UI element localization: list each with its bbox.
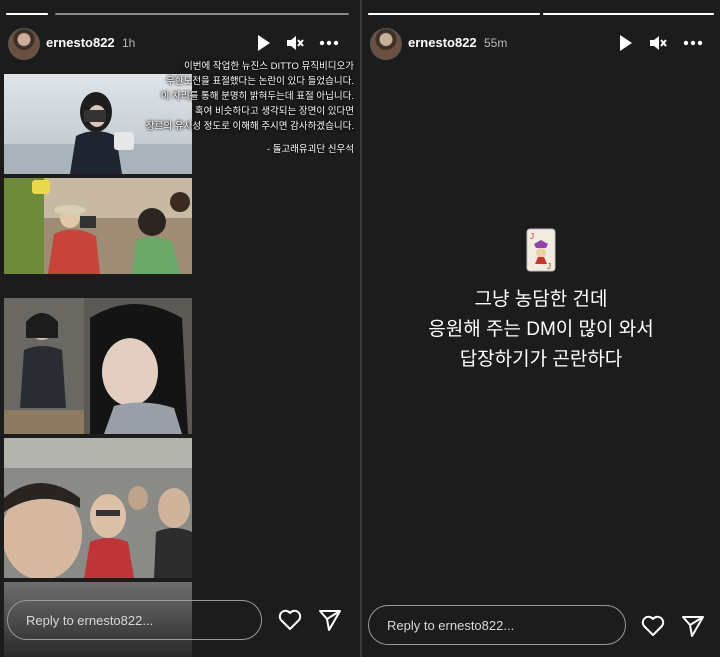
reply-input[interactable]: Reply to ernesto822...	[368, 605, 626, 645]
avatar[interactable]	[370, 28, 402, 60]
joker-card-icon: J J	[526, 228, 556, 272]
story-message: 그냥 농담한 건데 응원해 주는 DM이 많이 와서 답장하기가 곤란하다	[362, 285, 720, 375]
username[interactable]: ernesto822	[46, 35, 115, 50]
username[interactable]: ernesto822	[408, 35, 477, 50]
post-time: 55m	[484, 36, 508, 50]
avatar[interactable]	[8, 28, 40, 60]
play-icon[interactable]	[252, 32, 274, 54]
caption-line: 혹여 비슷하다고 생각되는 장면이 있다면	[194, 106, 354, 117]
progress-segment-2	[55, 13, 349, 15]
photo-collage	[4, 74, 192, 657]
reply-placeholder: Reply to ernesto822...	[387, 618, 515, 633]
caption-line: 장르의 유사성 정도로 이해해 주시면 감사하겠습니다.	[145, 121, 354, 132]
caption-line: 이번에 작업한 뉴진스 DITTO 뮤직비디오가	[184, 61, 354, 72]
post-time: 1h	[122, 36, 136, 50]
more-icon[interactable]	[318, 32, 340, 54]
svg-text:J: J	[547, 262, 551, 271]
caption-line: 무한도전을 표절했다는 논란이 있다 들었습니다.	[166, 76, 354, 87]
heart-icon[interactable]	[640, 613, 666, 639]
send-icon[interactable]	[317, 607, 343, 633]
heart-icon[interactable]	[277, 607, 303, 633]
progress-segment-2	[543, 13, 714, 15]
message-line: 응원해 주는 DM이 많이 와서	[428, 319, 654, 340]
message-line: 답장하기가 곤란하다	[459, 349, 623, 370]
caption-text: 이번에 작업한 뉴진스 DITTO 뮤직비디오가 무한도전을 표절했다는 논란이…	[74, 59, 354, 134]
story-header: ernesto822 55m	[362, 26, 720, 60]
reply-input[interactable]: Reply to ernesto822...	[7, 600, 262, 640]
more-icon[interactable]	[682, 32, 704, 54]
progress-segment-1	[368, 13, 540, 15]
story-left[interactable]: ernesto822 1h 이번에 작업한 뉴진스 DITTO 뮤직비디오가 무…	[0, 0, 360, 657]
photo-panel-2	[4, 178, 192, 274]
story-header: ernesto822 1h	[0, 26, 360, 60]
message-line: 그냥 농담한 건데	[474, 289, 608, 310]
reply-placeholder: Reply to ernesto822...	[26, 613, 154, 628]
photo-panel-4	[4, 438, 192, 578]
mute-icon[interactable]	[283, 32, 305, 54]
caption-line: 이 자리를 통해 분명히 밝혀두는데 표절 아닙니다.	[160, 91, 354, 102]
progress-segment-1	[6, 13, 48, 15]
svg-text:J: J	[530, 232, 534, 241]
caption-credit: - 돌고래유괴단 신우석	[266, 144, 354, 155]
photo-panel-3	[4, 298, 192, 434]
send-icon[interactable]	[680, 613, 706, 639]
mute-icon[interactable]	[646, 32, 668, 54]
play-icon[interactable]	[614, 32, 636, 54]
